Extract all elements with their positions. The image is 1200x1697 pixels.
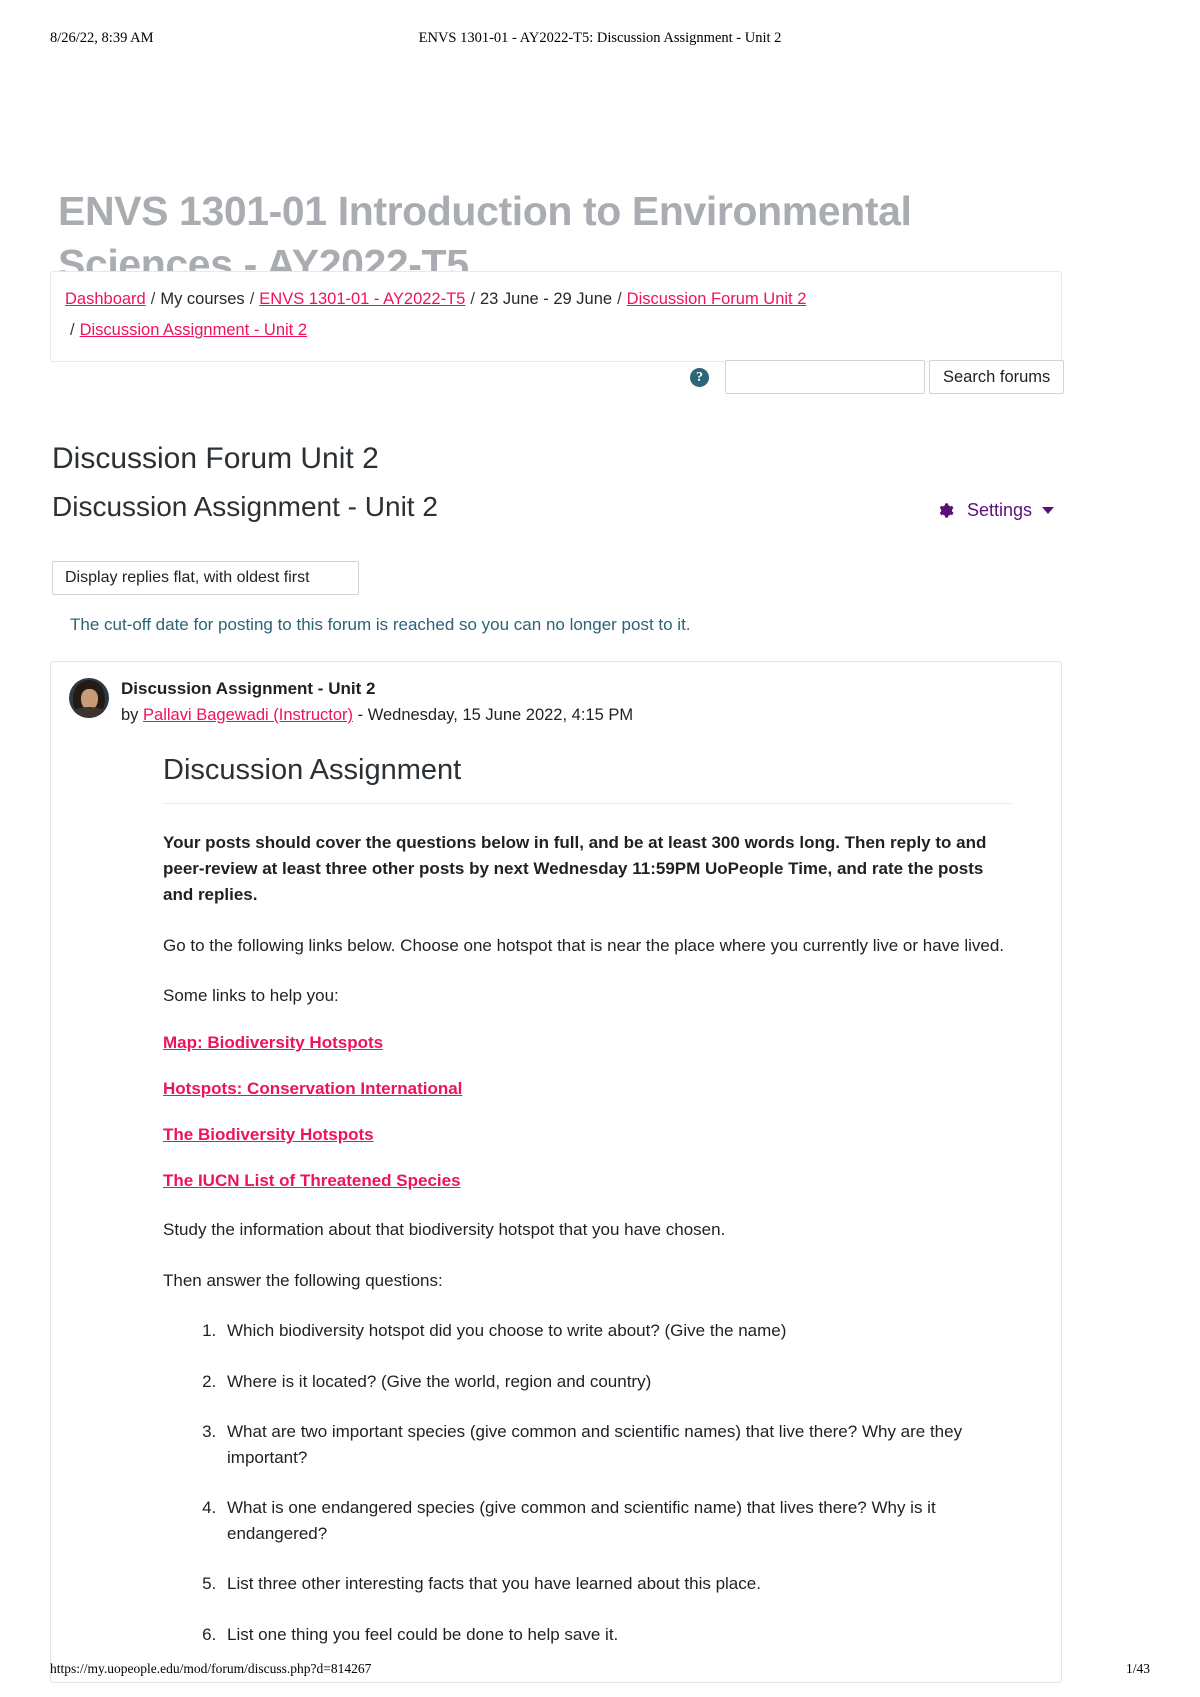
list-item: Which biodiversity hotspot did you choos…	[221, 1318, 1011, 1344]
list-item: List three other interesting facts that …	[221, 1571, 1011, 1597]
divider	[163, 802, 1011, 804]
breadcrumb-separator: /	[150, 290, 156, 308]
breadcrumb-separator: /	[70, 321, 75, 340]
breadcrumb-item-discussion[interactable]: Discussion Assignment - Unit 2	[80, 321, 307, 339]
gear-icon	[937, 502, 954, 519]
resource-link-the-biodiversity-hotspots[interactable]: The Biodiversity Hotspots	[163, 1125, 1011, 1145]
list-item: What are two important species (give com…	[221, 1419, 1011, 1470]
assignment-paragraph-1: Go to the following links below. Choose …	[163, 935, 1005, 955]
post-author-link[interactable]: Pallavi Bagewadi (Instructor)	[143, 706, 353, 724]
print-header: 8/26/22, 8:39 AM ENVS 1301-01 - AY2022-T…	[50, 28, 1150, 48]
assignment-question-list: Which biodiversity hotspot did you choos…	[163, 1318, 1011, 1647]
search-input[interactable]	[725, 360, 925, 394]
search-forums-button[interactable]: Search forums	[929, 360, 1065, 394]
help-circle-icon[interactable]: ?	[690, 367, 709, 387]
list-item: Where is it located? (Give the world, re…	[221, 1369, 1011, 1395]
display-mode-select[interactable]: Display replies flat, with oldest first	[52, 561, 359, 595]
list-item: What is one endangered species (give com…	[221, 1495, 1011, 1546]
resource-link-map-biodiversity-hotspots[interactable]: Map: Biodiversity Hotspots	[163, 1033, 1011, 1053]
breadcrumb-item-my-courses[interactable]: My courses	[160, 290, 244, 308]
list-item: List one thing you feel could be done to…	[221, 1622, 1011, 1648]
resource-link-conservation-international[interactable]: Hotspots: Conservation International	[163, 1079, 1011, 1099]
print-footer-url: https://my.uopeople.edu/mod/forum/discus…	[50, 1661, 372, 1676]
assignment-paragraph-2: Some links to help you:	[163, 986, 339, 1006]
print-footer: https://my.uopeople.edu/mod/forum/discus…	[50, 1659, 1150, 1679]
post-date: - Wednesday, 15 June 2022, 4:15 PM	[353, 705, 634, 724]
chevron-down-icon	[1042, 507, 1055, 514]
breadcrumb-list: Dashboard / My courses / ENVS 1301-01 - AY20…	[65, 284, 1047, 347]
breadcrumb-item-week: 23 June - 29 June	[479, 290, 613, 308]
settings-menu[interactable]: Settings	[937, 500, 1055, 521]
post-header-text: Discussion Assignment - Unit 2 by Pallav…	[121, 678, 633, 728]
breadcrumb-item-forum[interactable]: Discussion Forum Unit 2	[627, 290, 807, 308]
discussion-title: Discussion Assignment - Unit 2	[52, 491, 438, 522]
print-page-number: 1/43	[1125, 1661, 1150, 1676]
post-by-prefix: by	[121, 705, 144, 724]
forum-title: Discussion Forum Unit 2	[52, 441, 379, 475]
assignment-instructions: Your posts should cover the questions be…	[163, 832, 987, 905]
post-subject: Discussion Assignment - Unit 2	[121, 679, 376, 698]
breadcrumb-separator: /	[249, 290, 255, 308]
resource-link-iucn-threatened-species[interactable]: The IUCN List of Threatened Species	[163, 1171, 1011, 1191]
breadcrumb-separator: /	[470, 290, 475, 308]
cutoff-notice: The cut-off date for posting to this for…	[70, 615, 691, 634]
post-body: Discussion Assignment Your posts should …	[51, 728, 1061, 1682]
assignment-paragraph-4: Then answer the following questions:	[163, 1270, 443, 1290]
forum-search: ? Search forums	[690, 360, 1065, 394]
avatar[interactable]	[69, 678, 109, 718]
forum-post: Discussion Assignment - Unit 2 by Pallav…	[50, 661, 1062, 1684]
assignment-heading: Discussion Assignment	[163, 753, 462, 786]
settings-label: Settings	[967, 500, 1033, 520]
breadcrumb-separator: /	[617, 290, 622, 308]
breadcrumb-item-dashboard[interactable]: Dashboard	[65, 290, 146, 308]
post-byline: by Pallavi Bagewadi (Instructor) - Wedne…	[121, 703, 633, 728]
assignment-paragraph-3: Study the information about that biodive…	[163, 1220, 726, 1240]
post-header: Discussion Assignment - Unit 2 by Pallav…	[51, 678, 1061, 728]
print-page-title: ENVS 1301-01 - AY2022-T5: Discussion Ass…	[418, 29, 782, 46]
breadcrumb: Dashboard / My courses / ENVS 1301-01 - AY20…	[50, 271, 1062, 362]
breadcrumb-item-course[interactable]: ENVS 1301-01 - AY2022-T5	[259, 290, 465, 308]
